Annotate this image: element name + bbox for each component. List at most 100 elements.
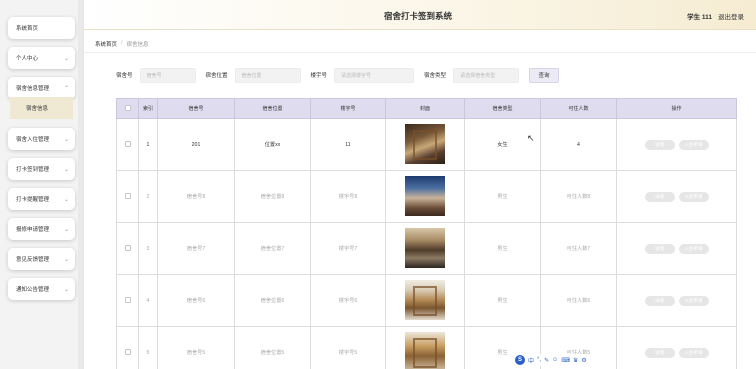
ime-settings-icon[interactable]: ⚙	[581, 357, 586, 364]
table-row[interactable]: 5 宿舍号5 宿舍位置5 楼宇号5 男生 可住人数5 详情 入住申请	[116, 326, 737, 369]
mouse-cursor-icon: ↖	[527, 133, 535, 143]
cell-capacity: 可住人数8	[540, 170, 617, 223]
sidebar-item-personal-center[interactable]: 个人中心 ⌄	[8, 47, 75, 69]
ime-skin-icon[interactable]: ♛	[573, 357, 578, 364]
cell-index: 4	[138, 274, 158, 327]
sidebar: 系统首页 个人中心 ⌄ 宿舍信息管理 ⌃ 宿舍信息 宿舍入住管理 ⌄ 打卡签到管…	[0, 0, 84, 369]
sidebar-item-feedback[interactable]: 意见反馈管理 ⌄	[8, 248, 75, 270]
cell-type: 男生	[464, 274, 541, 327]
table-row[interactable]: 3 宿舍号7 宿舍位置7 楼宇号7 男生 可住人数7 详情 入住申请	[116, 222, 737, 275]
breadcrumb-separator: /	[121, 40, 123, 46]
sidebar-scrollbar[interactable]	[78, 0, 83, 369]
cell-type: 男生	[464, 222, 541, 275]
sidebar-item-signin[interactable]: 打卡签到管理 ⌄	[8, 158, 75, 180]
sidebar-item-reminder[interactable]: 打卡提醒管理 ⌄	[8, 188, 75, 210]
cover-thumbnail[interactable]	[405, 279, 445, 320]
cell-index: 3	[138, 222, 158, 275]
cell-location: 宿舍位置5	[234, 326, 311, 369]
sidebar-subitem-label: 宿舍信息	[26, 106, 49, 112]
ime-emoji-icon[interactable]: ☺	[552, 357, 558, 363]
cell-dorm-no: 201	[157, 118, 235, 171]
table-row[interactable]: 2 宿舍号8 宿舍位置8 楼宇号8 男生 可住人数8 详情 入住申请	[116, 170, 737, 223]
sidebar-item-repair[interactable]: 报修申请管理 ⌄	[8, 218, 75, 240]
cell-building: 11	[310, 118, 386, 171]
breadcrumb-current: 宿舍信息	[126, 42, 149, 48]
detail-button[interactable]: 详情	[644, 243, 675, 254]
ime-punctuation-icon[interactable]: °,	[537, 357, 541, 363]
chevron-down-icon: ⌄	[63, 286, 69, 293]
checkin-apply-button[interactable]: 入住申请	[678, 295, 709, 306]
cell-dorm-no: 宿舍号7	[157, 222, 235, 275]
cover-thumbnail[interactable]	[405, 331, 445, 369]
cell-building: 楼宇号7	[310, 222, 386, 275]
search-button[interactable]: 查询	[529, 67, 560, 83]
column-header: 宿舍号	[157, 98, 235, 119]
sidebar-item-label: 宿舍入住管理	[16, 137, 50, 143]
divider	[84, 52, 756, 53]
sidebar-subitem-dorm-info[interactable]: 宿舍信息	[10, 97, 73, 119]
chevron-down-icon: ⌄	[63, 256, 69, 263]
sidebar-item-checkin[interactable]: 宿舍入住管理 ⌄	[8, 128, 75, 150]
chevron-down-icon: ⌄	[63, 166, 69, 173]
search-label-type: 宿舍类型	[424, 73, 447, 79]
checkin-apply-button[interactable]: 入住申请	[678, 139, 709, 150]
header-select-all[interactable]	[116, 98, 139, 119]
dorm-no-input[interactable]: 宿舍号	[139, 67, 196, 83]
cover-thumbnail[interactable]	[405, 227, 445, 268]
location-input[interactable]: 宿舍位置	[234, 67, 301, 83]
row-checkbox[interactable]	[124, 140, 131, 147]
breadcrumb: 系统首页 / 宿舍信息	[95, 40, 149, 48]
column-header: 封面	[385, 98, 465, 119]
cover-thumbnail[interactable]	[405, 175, 445, 216]
table-header-row: 索引 宿舍号 宿舍位置 楼宇号 封面 宿舍类型 可住人数 操作	[116, 98, 737, 119]
detail-button[interactable]: 详情	[644, 295, 675, 306]
breadcrumb-home[interactable]: 系统首页	[95, 40, 117, 48]
ime-keyboard-icon[interactable]: ⌨	[561, 357, 570, 364]
checkin-apply-button[interactable]: 入住申请	[678, 243, 709, 254]
detail-button[interactable]: 详情	[644, 347, 675, 358]
cell-index: 5	[138, 326, 158, 369]
search-label-building: 楼宇号	[310, 73, 328, 79]
column-header: 宿舍位置	[234, 98, 311, 119]
detail-button[interactable]: 详情	[644, 191, 675, 202]
cell-capacity: 4	[540, 118, 617, 171]
table-row[interactable]: 1 201 位置xx 11 女生 4 详情 入住申请	[116, 118, 737, 171]
cell-type: 男生	[464, 170, 541, 223]
cell-location: 位置xx	[234, 118, 311, 171]
sidebar-item-home[interactable]: 系统首页	[8, 17, 75, 39]
search-form: 宿舍号 宿舍号 宿舍位置 宿舍位置 楼宇号 请选择楼宇号 宿舍类型 请选择宿舍类…	[116, 67, 560, 83]
search-label-dorm-no: 宿舍号	[116, 73, 133, 79]
top-header: 宿舍打卡签到系统 学生 111 退出登录	[84, 0, 756, 30]
sidebar-item-label: 个人中心	[16, 56, 39, 62]
row-checkbox[interactable]	[124, 296, 131, 303]
chevron-up-icon: ⌃	[63, 85, 69, 92]
chevron-down-icon: ⌄	[63, 136, 69, 143]
sidebar-item-label: 通知公告管理	[16, 287, 50, 293]
ime-toolbar[interactable]: S 中 °, ✎ ☺ ⌨ ♛ ⚙	[512, 354, 590, 366]
logout-link[interactable]: 退出登录	[718, 11, 744, 21]
ime-pen-icon[interactable]: ✎	[544, 357, 549, 364]
checkin-apply-button[interactable]: 入住申请	[678, 191, 709, 202]
row-checkbox[interactable]	[124, 244, 131, 251]
table-row[interactable]: 4 宿舍号6 宿舍位置6 楼宇号6 男生 可住人数6 详情 入住申请	[116, 274, 737, 327]
cell-capacity: 可住人数7	[540, 222, 617, 275]
sidebar-item-notice[interactable]: 通知公告管理 ⌄	[8, 278, 75, 300]
cell-index: 1	[138, 118, 158, 171]
cover-thumbnail[interactable]	[405, 123, 445, 164]
row-checkbox[interactable]	[124, 348, 131, 355]
type-select[interactable]: 请选择宿舍类型	[453, 67, 520, 83]
ime-language-toggle[interactable]: 中	[528, 356, 534, 365]
user-name: 学生 111	[687, 14, 712, 21]
chevron-down-icon: ⌄	[63, 226, 69, 233]
column-header: 操作	[616, 98, 737, 119]
checkin-apply-button[interactable]: 入住申请	[678, 347, 709, 358]
detail-button[interactable]: 详情	[644, 139, 675, 150]
dorm-table: 索引 宿舍号 宿舍位置 楼宇号 封面 宿舍类型 可住人数 操作 1 201 位置…	[116, 98, 737, 369]
sidebar-item-dorm-info[interactable]: 宿舍信息管理 ⌃	[8, 77, 75, 99]
column-header: 可住人数	[540, 98, 617, 119]
ime-logo-icon[interactable]: S	[515, 355, 525, 365]
checkbox-icon[interactable]	[124, 104, 131, 111]
cell-location: 宿舍位置7	[234, 222, 311, 275]
row-checkbox[interactable]	[124, 192, 131, 199]
building-select[interactable]: 请选择楼宇号	[334, 67, 415, 83]
